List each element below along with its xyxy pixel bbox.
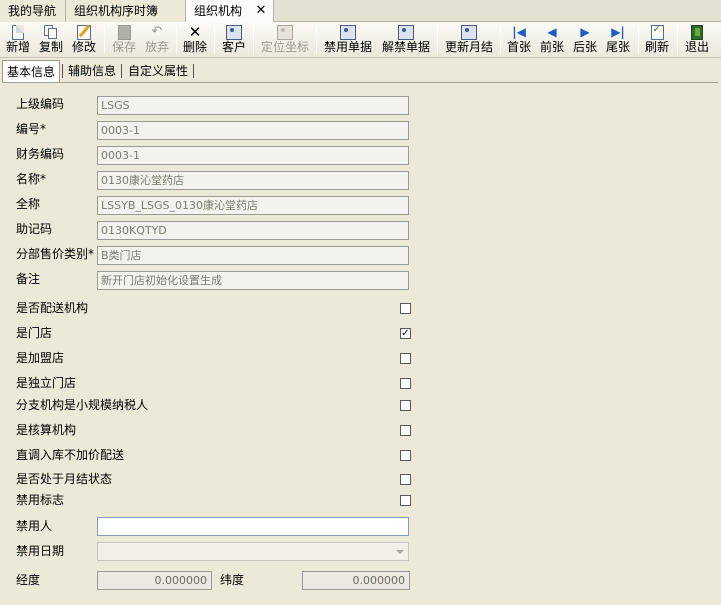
latitude-label: 纬度: [220, 573, 245, 587]
tab-my-navigation[interactable]: 我的导航: [0, 0, 66, 22]
undisable-document-button[interactable]: 解禁单据: [379, 24, 433, 56]
longitude-field[interactable]: 0.000000: [97, 571, 212, 590]
is-independent-store-checkbox[interactable]: [400, 378, 411, 389]
close-tab-icon[interactable]: ✕: [254, 0, 268, 22]
last-record-button[interactable]: ▶| 尾张: [604, 24, 632, 56]
edit-icon: [77, 25, 91, 40]
save-icon: [117, 25, 131, 40]
parent-code-label: 上级编码: [16, 97, 65, 111]
dropdown-arrow-icon[interactable]: [396, 550, 404, 554]
toolbar-separator: [176, 26, 177, 54]
fin-code-label: 财务编码: [16, 147, 65, 161]
toolbar-separator: [677, 26, 678, 54]
tab-custom-attributes[interactable]: 自定义属性: [124, 62, 192, 81]
disabled-by-label: 禁用人: [16, 519, 53, 533]
discard-button[interactable]: ↶ 放弃: [143, 24, 171, 56]
undo-icon: ↶: [151, 24, 163, 39]
direct-transfer-checkbox[interactable]: [400, 450, 411, 461]
full-name-label: 全称: [16, 197, 41, 211]
next-record-button[interactable]: ▶ 后张: [571, 24, 599, 56]
last-icon: ▶|: [611, 25, 625, 39]
disable-document-button[interactable]: 禁用单据: [321, 24, 375, 56]
copy-icon: [44, 25, 58, 40]
remark-field[interactable]: 新开门店初始化设置生成: [97, 271, 409, 290]
prev-record-button[interactable]: ◀ 前张: [538, 24, 566, 56]
disabled-flag-checkbox[interactable]: [400, 495, 411, 506]
small-taxpayer-label: 分支机构是小规模纳税人: [16, 398, 149, 412]
locate-icon: [277, 25, 293, 40]
disabled-flag-label: 禁用标志: [16, 493, 65, 507]
new-button[interactable]: 新增: [4, 24, 32, 56]
is-store-checkbox[interactable]: ✓: [400, 328, 411, 339]
disabled-by-field[interactable]: [97, 517, 409, 536]
fin-code-field[interactable]: 0003-1: [97, 146, 409, 165]
month-end-status-label: 是否处于月结状态: [16, 472, 113, 486]
name-label: 名称*: [16, 172, 47, 186]
toolbar-separator: [500, 26, 501, 54]
is-accounting-org-checkbox[interactable]: [400, 425, 411, 436]
copy-button[interactable]: 复制: [37, 24, 65, 56]
tab-separator: [62, 64, 63, 78]
exit-door-icon: [691, 25, 703, 40]
toolbar-separator: [253, 26, 254, 54]
disabled-date-picker[interactable]: [97, 542, 409, 561]
remark-label: 备注: [16, 272, 41, 286]
small-taxpayer-checkbox[interactable]: [400, 400, 411, 411]
customer-button[interactable]: 客户: [219, 24, 249, 56]
next-icon: ▶: [580, 25, 590, 39]
full-name-field[interactable]: LSSYB_LSGS_0130康沁堂药店: [97, 196, 409, 215]
first-icon: |◀: [512, 25, 526, 39]
month-end-icon: [461, 25, 477, 40]
latitude-field[interactable]: 0.000000: [302, 571, 410, 590]
delete-icon: ✕: [188, 23, 202, 41]
first-record-button[interactable]: |◀ 首张: [505, 24, 533, 56]
customer-card-icon: [226, 25, 242, 40]
parent-code-field[interactable]: LSGS: [97, 96, 409, 115]
basic-info-panel: 上级编码 LSGS 编号* 0003-1 财务编码 0003-1 名称* 013…: [2, 82, 718, 602]
toolbar: 新增 复制 修改 保存 ↶ 放弃 ✕ 删除 客户 定位坐标 禁用单据 解禁单据: [0, 22, 721, 58]
tab-separator: [121, 64, 122, 78]
code-label: 编号*: [16, 122, 47, 136]
name-field[interactable]: 0130康沁堂药店: [97, 171, 409, 190]
exit-button[interactable]: 退出: [682, 24, 712, 56]
disable-document-icon: [340, 25, 356, 40]
undisable-document-icon: [398, 25, 414, 40]
tab-aux-info[interactable]: 辅助信息: [64, 62, 120, 81]
code-field[interactable]: 0003-1: [97, 121, 409, 140]
new-document-icon: [12, 25, 24, 40]
price-category-label: 分部售价类别*: [16, 247, 95, 261]
direct-transfer-label: 直调入库不加价配送: [16, 448, 125, 462]
toolbar-separator: [214, 26, 215, 54]
is-independent-store-label: 是独立门店: [16, 376, 77, 390]
is-store-label: 是门店: [16, 326, 53, 340]
toolbar-separator: [316, 26, 317, 54]
mnemonic-field[interactable]: 0130KQTYD: [97, 221, 409, 240]
month-end-status-checkbox[interactable]: [400, 474, 411, 485]
tab-basic-info[interactable]: 基本信息: [2, 60, 61, 82]
price-category-field[interactable]: B类门店: [97, 246, 409, 265]
tab-org-list[interactable]: 组织机构序时簿: [66, 0, 186, 22]
check-mark-icon: ✓: [401, 328, 410, 339]
is-distribution-org-label: 是否配送机构: [16, 301, 89, 315]
longitude-label: 经度: [16, 573, 41, 587]
prev-icon: ◀: [547, 25, 557, 39]
save-button[interactable]: 保存: [110, 24, 138, 56]
locate-coordinates-button[interactable]: 定位坐标: [258, 24, 312, 56]
delete-button[interactable]: ✕ 删除: [181, 24, 209, 56]
is-distribution-org-checkbox[interactable]: [400, 303, 411, 314]
edit-button[interactable]: 修改: [70, 24, 98, 56]
toolbar-separator: [638, 26, 639, 54]
toolbar-separator: [104, 26, 105, 54]
disabled-date-label: 禁用日期: [16, 544, 65, 558]
document-tab-bar: 我的导航 组织机构序时簿 组织机构 ✕: [0, 0, 721, 23]
refresh-icon: [650, 24, 664, 40]
is-franchise-label: 是加盟店: [16, 351, 65, 365]
update-month-end-button[interactable]: 更新月结: [442, 24, 496, 56]
is-accounting-org-label: 是核算机构: [16, 423, 77, 437]
is-franchise-checkbox[interactable]: [400, 353, 411, 364]
toolbar-separator: [437, 26, 438, 54]
mnemonic-label: 助记码: [16, 222, 53, 236]
refresh-button[interactable]: 刷新: [643, 24, 671, 56]
tab-separator: [193, 64, 194, 78]
